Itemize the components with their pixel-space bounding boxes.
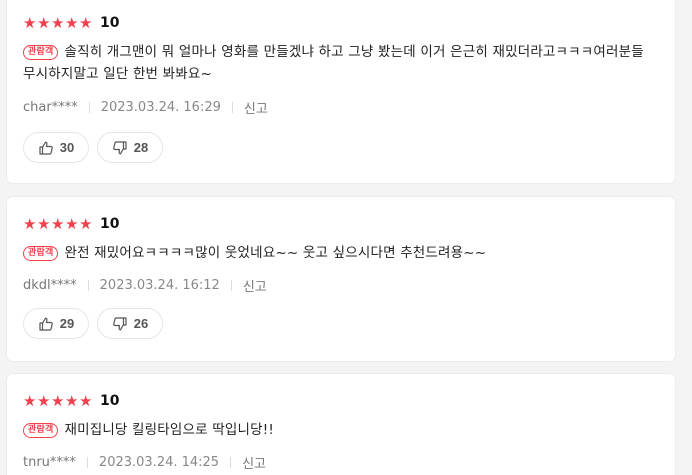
dislike-button[interactable]: 28 <box>97 132 163 163</box>
star-icon: ★ <box>37 214 51 233</box>
star-icon: ★ <box>79 391 93 410</box>
rating: ★ ★ ★ ★ ★ 10 <box>23 393 119 409</box>
report-button[interactable]: 신고 <box>242 453 266 472</box>
star-icon: ★ <box>51 391 65 410</box>
review-card: ★ ★ ★ ★ ★ 10 관람객 솔직히 개그맨이 뭐 얼마나 영화를 만들겠냐 … <box>7 0 675 183</box>
divider <box>88 102 90 113</box>
thumbs-down-icon <box>112 316 128 332</box>
report-button[interactable]: 신고 <box>243 276 267 295</box>
star-icon: ★ <box>37 13 51 32</box>
review-date: 2023.03.24. 14:25 <box>98 455 220 470</box>
review-text: 재미집니당 킬링타임으로 딱입니당!! <box>64 422 274 438</box>
author-name: char**** <box>23 100 78 115</box>
vote-row: 29 26 <box>23 308 163 339</box>
viewer-badge: 관람객 <box>23 423 59 438</box>
review-card: ★ ★ ★ ★ ★ 10 관람객 완전 재밌어요ㅋㅋㅋㅋ많이 웃었네요~~ 웃고 … <box>7 197 675 361</box>
divider <box>230 280 232 291</box>
like-button[interactable]: 29 <box>23 308 89 339</box>
star-icon: ★ <box>79 214 93 233</box>
star-rating: ★ ★ ★ ★ ★ <box>23 391 93 410</box>
dislike-count: 26 <box>133 316 149 331</box>
star-icon: ★ <box>51 13 65 32</box>
star-icon: ★ <box>79 13 93 32</box>
dislike-count: 28 <box>133 140 149 155</box>
review-text: 완전 재밌어요ㅋㅋㅋㅋ많이 웃었네요~~ 웃고 싶으시다면 추천드려용~~ <box>64 245 487 261</box>
star-icon: ★ <box>23 13 37 32</box>
thumbs-up-icon <box>38 140 54 156</box>
star-icon: ★ <box>65 391 79 410</box>
star-icon: ★ <box>65 13 79 32</box>
review-meta: tnru**** 2023.03.24. 14:25 신고 <box>23 453 266 472</box>
vote-row: 30 28 <box>23 132 163 163</box>
review-date: 2023.03.24. 16:29 <box>100 100 221 115</box>
divider <box>87 280 89 291</box>
divider <box>231 102 233 113</box>
review-content: 관람객 솔직히 개그맨이 뭐 얼마나 영화를 만들겠냐 하고 그냥 봤는데 이거 … <box>23 41 657 85</box>
author-name: dkdl**** <box>23 278 77 293</box>
star-rating: ★ ★ ★ ★ ★ <box>23 214 93 233</box>
rating-score: 10 <box>100 15 120 31</box>
review-date: 2023.03.24. 16:12 <box>99 278 220 293</box>
rating: ★ ★ ★ ★ ★ 10 <box>23 15 119 31</box>
dislike-button[interactable]: 26 <box>97 308 163 339</box>
divider <box>230 457 232 468</box>
rating-score: 10 <box>100 216 120 232</box>
star-rating: ★ ★ ★ ★ ★ <box>23 13 93 32</box>
like-count: 29 <box>59 316 75 331</box>
review-card: ★ ★ ★ ★ ★ 10 관람객 재미집니당 킬링타임으로 딱입니당!! tnru… <box>7 374 675 475</box>
review-meta: char**** 2023.03.24. 16:29 신고 <box>23 98 268 117</box>
thumbs-down-icon <box>112 140 128 156</box>
rating-score: 10 <box>100 393 120 409</box>
star-icon: ★ <box>51 214 65 233</box>
divider <box>86 457 88 468</box>
author-name: tnru**** <box>23 455 76 470</box>
rating: ★ ★ ★ ★ ★ 10 <box>23 216 119 232</box>
star-icon: ★ <box>23 214 37 233</box>
review-content: 관람객 재미집니당 킬링타임으로 딱입니당!! <box>23 419 657 441</box>
review-list: ★ ★ ★ ★ ★ 10 관람객 솔직히 개그맨이 뭐 얼마나 영화를 만들겠냐 … <box>0 0 692 475</box>
star-icon: ★ <box>37 391 51 410</box>
review-meta: dkdl**** 2023.03.24. 16:12 신고 <box>23 276 267 295</box>
like-count: 30 <box>59 140 75 155</box>
review-text: 솔직히 개그맨이 뭐 얼마나 영화를 만들겠냐 하고 그냥 봤는데 이거 은근히… <box>23 44 644 82</box>
star-icon: ★ <box>23 391 37 410</box>
viewer-badge: 관람객 <box>23 45 59 60</box>
viewer-badge: 관람객 <box>23 246 59 261</box>
review-content: 관람객 완전 재밌어요ㅋㅋㅋㅋ많이 웃었네요~~ 웃고 싶으시다면 추천드려용~~ <box>23 242 657 264</box>
report-button[interactable]: 신고 <box>244 98 268 117</box>
star-icon: ★ <box>65 214 79 233</box>
thumbs-up-icon <box>38 316 54 332</box>
like-button[interactable]: 30 <box>23 132 89 163</box>
